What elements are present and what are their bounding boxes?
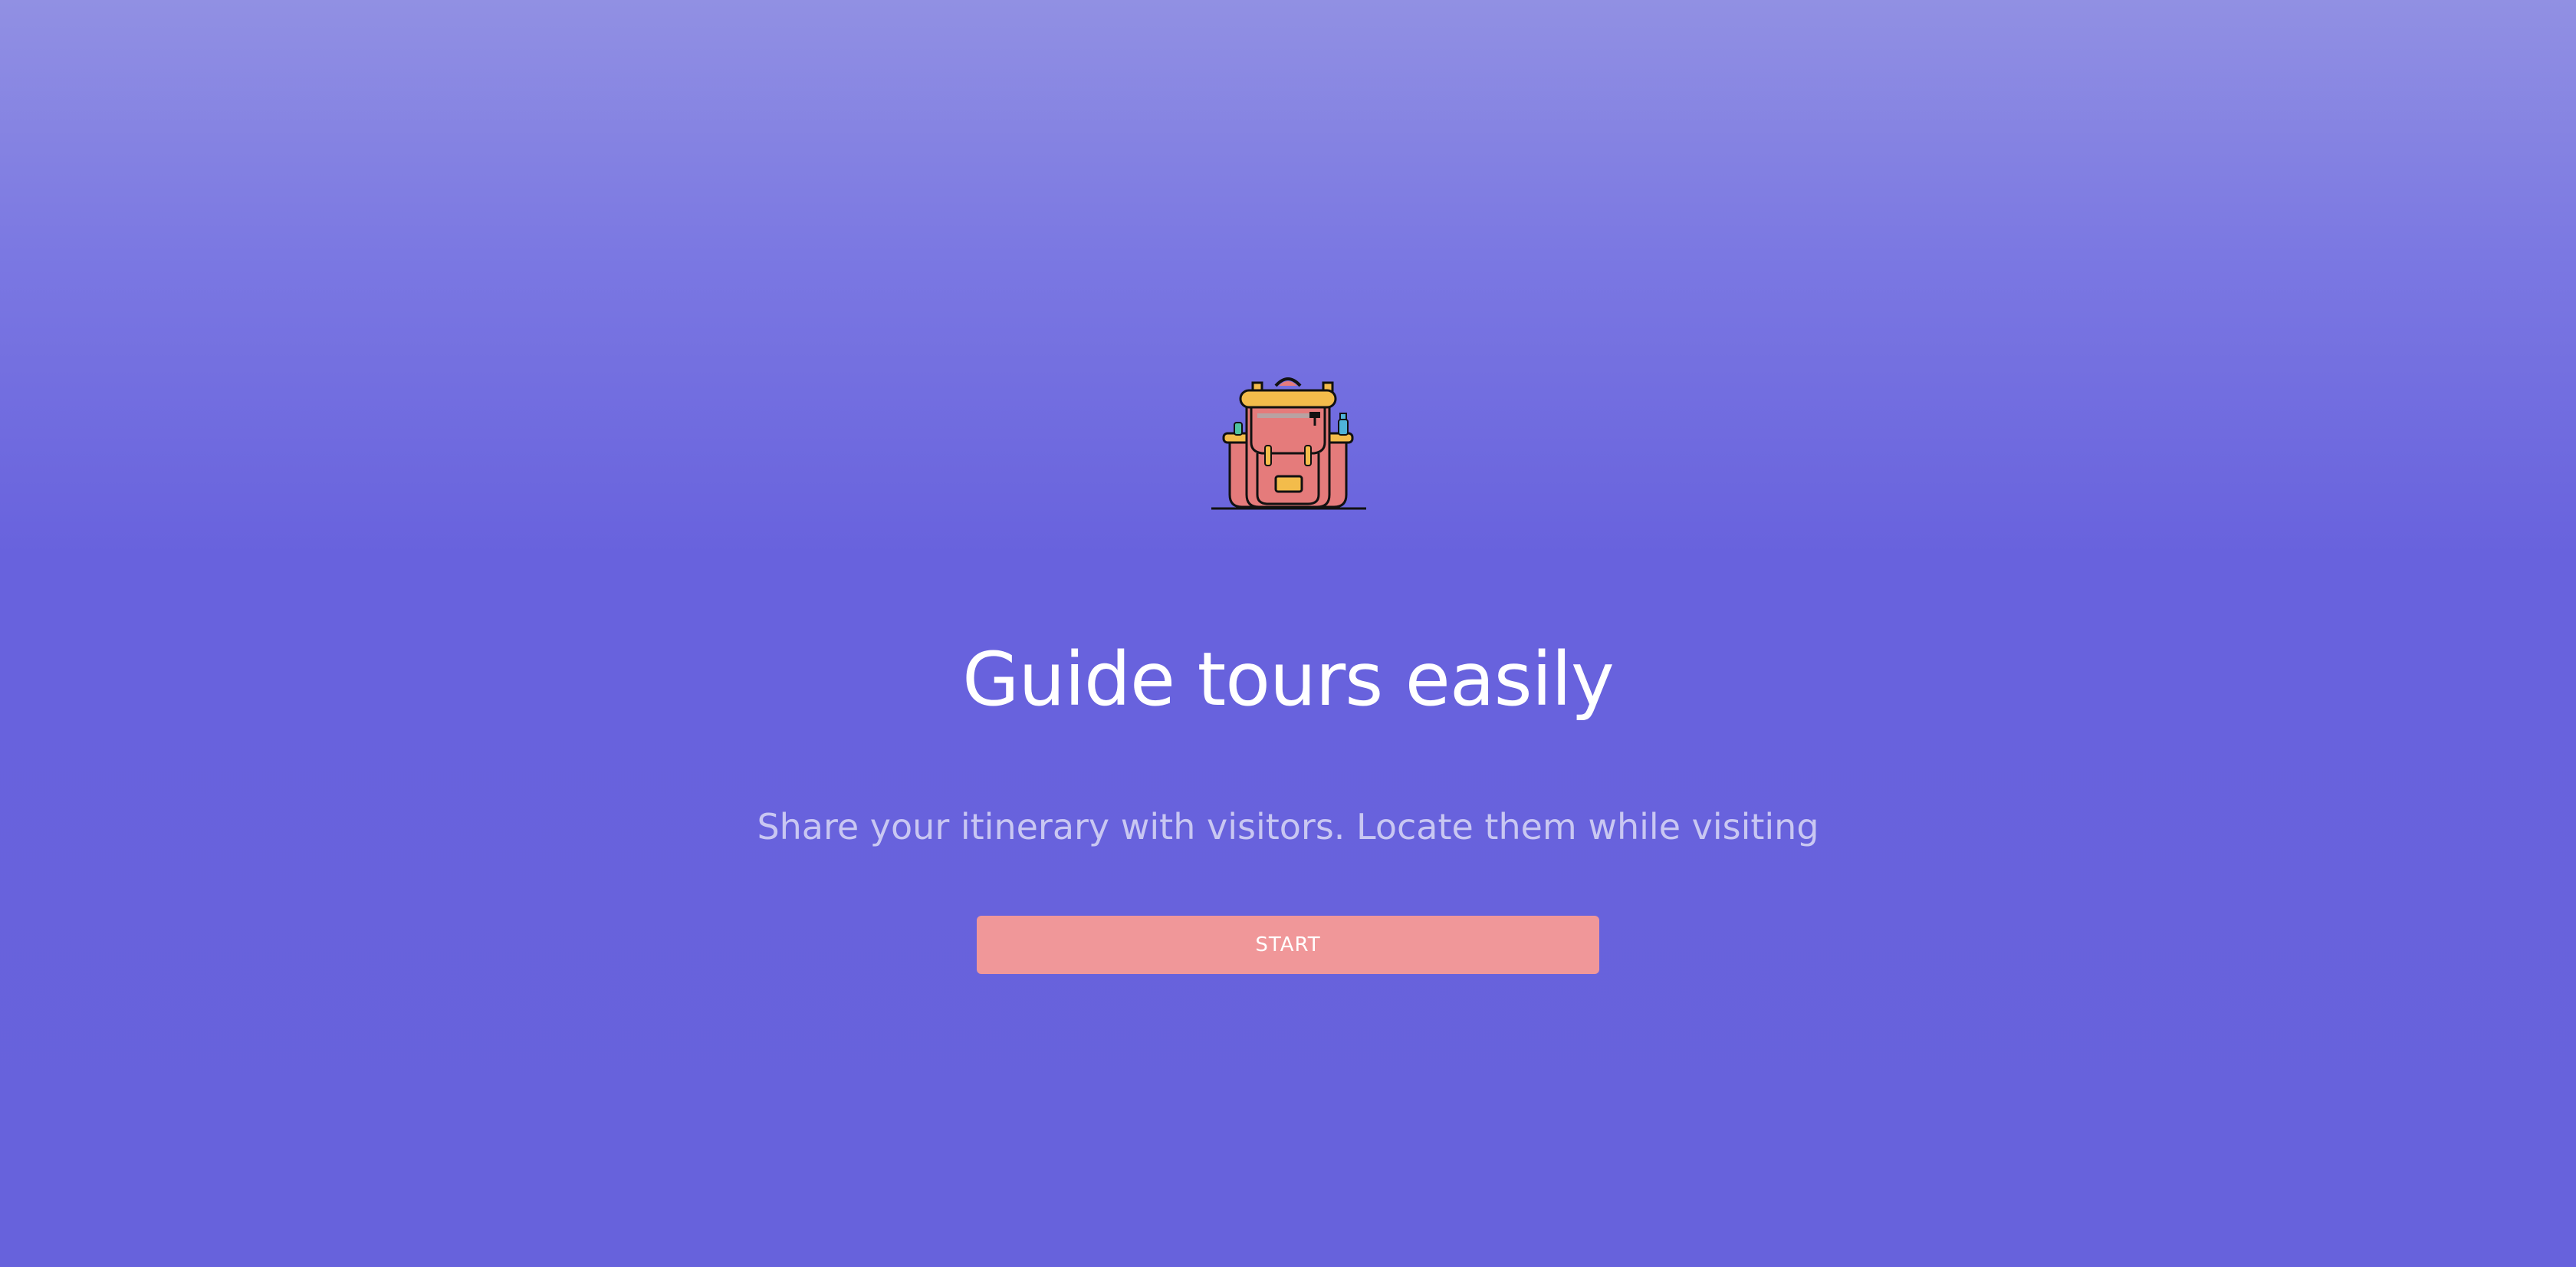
backpack-icon (1204, 372, 1372, 514)
page-subtitle: Share your itinerary with visitors. Loca… (757, 806, 1819, 847)
page-title: Guide tours easily (962, 637, 1615, 723)
start-button[interactable]: START (977, 916, 1599, 974)
hero-section: Guide tours easily Share your itinerary … (0, 0, 2576, 1267)
